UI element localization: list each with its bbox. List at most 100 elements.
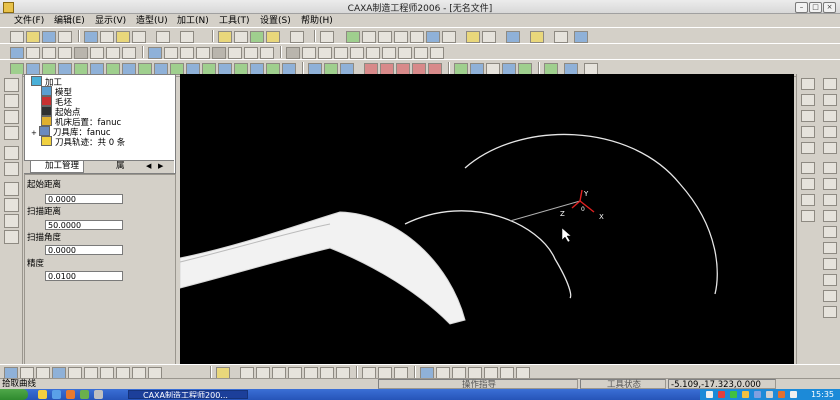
mesh-surface-icon[interactable] [801,210,815,222]
tree-item-model[interactable]: 模型 [41,86,72,98]
copy-icon[interactable] [100,31,114,43]
tree-item-toolpaths[interactable]: 刀具轨迹：共 0 条 [41,136,125,148]
redo-icon[interactable] [156,31,170,43]
polygon-icon[interactable] [801,142,815,154]
wireframe-icon[interactable] [482,31,496,43]
cut-sweep-icon[interactable] [122,47,136,59]
zoom-window-icon[interactable] [362,31,376,43]
array-icon[interactable] [4,214,19,228]
taskbar-task-caxa[interactable]: CAXA制造工程师200... [128,390,248,399]
tray-update-icon[interactable] [778,391,785,398]
surface-trim-icon[interactable] [382,47,396,59]
dimension-icon[interactable] [4,162,19,176]
text-icon[interactable] [823,162,837,174]
cut-revolve-icon[interactable] [90,47,104,59]
tray-display-icon[interactable] [790,391,797,398]
spline-icon[interactable] [801,110,815,122]
expand-icon[interactable]: + [31,129,37,137]
menu-modeling[interactable]: 造型(U) [136,15,168,27]
chamfer-icon[interactable] [164,47,178,59]
zoom-in-icon[interactable] [378,31,392,43]
tree-item-stock[interactable]: 毛坯 [41,96,72,108]
fit-view-icon[interactable] [4,230,19,244]
conic-icon[interactable] [823,142,837,154]
isoparm-icon[interactable] [823,194,837,206]
pan-icon[interactable] [410,31,424,43]
save-icon[interactable] [42,31,56,43]
shade-icon[interactable] [466,31,480,43]
parting-icon[interactable] [366,47,380,59]
tree-item-postprocessor[interactable]: 机床后置：fanuc [41,116,121,128]
layer-icon[interactable] [266,31,280,43]
quicklaunch-desktop-icon[interactable] [80,390,89,399]
curve-join-icon[interactable] [823,306,837,318]
cut-icon[interactable] [84,31,98,43]
tray-app-icon[interactable] [730,391,737,398]
circle-icon[interactable] [823,110,837,122]
split-icon[interactable] [302,47,316,59]
cut-loft-icon[interactable] [106,47,120,59]
select-pointer-icon[interactable] [4,78,19,92]
menu-file[interactable]: 文件(F) [14,15,44,27]
menu-edit[interactable]: 编辑(E) [54,15,85,27]
ellipse-icon[interactable] [823,126,837,138]
rib-icon[interactable] [196,47,210,59]
hide-icon[interactable] [506,31,520,43]
surface-cut-icon[interactable] [398,47,412,59]
undo-icon[interactable] [132,31,146,43]
start-button[interactable] [0,389,28,400]
rotate-view-icon[interactable] [442,31,456,43]
list-icon[interactable] [4,126,19,140]
minimize-button[interactable]: – [795,2,808,13]
extrude-icon[interactable] [10,47,24,59]
grid-icon[interactable] [234,31,248,43]
menu-settings[interactable]: 设置(S) [260,15,291,27]
scan-distance-input[interactable]: 50.0000 [45,220,123,230]
tab-scroll-right-icon[interactable]: ▶ [158,161,163,172]
scale-icon[interactable] [334,47,348,59]
tray-network-icon[interactable] [706,391,713,398]
window-icon[interactable] [320,31,334,43]
tree-item-tool-library[interactable]: + 刀具库：fanuc [31,126,111,138]
new-file-icon[interactable] [10,31,24,43]
light-icon[interactable] [218,31,232,43]
mold-icon[interactable] [350,47,364,59]
tab-machining-manager[interactable]: 加工管理 [30,161,85,173]
boolean-icon[interactable] [286,47,300,59]
curve-projection-icon[interactable] [823,210,837,222]
quicklaunch-explorer-icon[interactable] [38,390,47,399]
sketch-icon[interactable] [4,94,19,108]
view-icon[interactable] [554,31,568,43]
pattern-icon[interactable] [244,47,258,59]
point-icon[interactable] [801,94,815,106]
scan-angle-input[interactable]: 0.0000 [45,245,123,255]
hole-icon[interactable] [180,47,194,59]
close-button[interactable]: × [823,2,836,13]
draft-icon[interactable] [228,47,242,59]
tray-volume-icon[interactable] [742,391,749,398]
maximize-button[interactable]: □ [809,2,822,13]
quicklaunch-app-icon[interactable] [94,390,103,399]
menu-machining[interactable]: 加工(N) [177,15,209,27]
tree-item-start-point[interactable]: 起始点 [41,106,81,118]
precision-input[interactable]: 0.0100 [45,271,123,281]
section-view-icon[interactable] [4,146,19,160]
start-distance-input[interactable]: 0.0000 [45,194,123,204]
revolved-surface-icon[interactable] [801,194,815,206]
curve-trim-icon[interactable] [823,274,837,286]
tray-security-icon[interactable] [718,391,725,398]
mirror-icon[interactable] [260,47,274,59]
fillet-icon[interactable] [148,47,162,59]
redo-arrow-icon[interactable] [180,31,194,43]
surface-tools-icon[interactable] [801,162,815,174]
shell-icon[interactable] [212,47,226,59]
material-icon[interactable] [530,31,544,43]
loft-icon[interactable] [42,47,56,59]
sweep-icon[interactable] [58,47,72,59]
thicken-icon[interactable] [318,47,332,59]
rectangle-icon[interactable] [801,126,815,138]
layer-dropdown-icon[interactable] [290,31,304,43]
ruled-surface-icon[interactable] [801,178,815,190]
tab-properties[interactable]: 属 [102,161,131,172]
zoom-all-icon[interactable] [426,31,440,43]
